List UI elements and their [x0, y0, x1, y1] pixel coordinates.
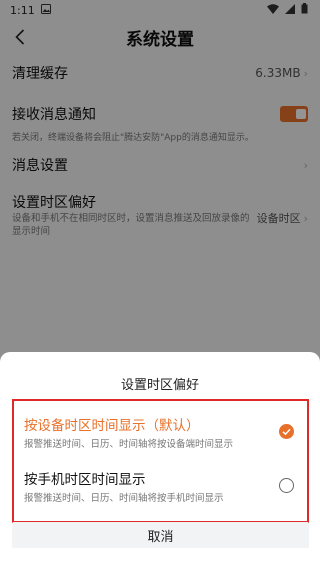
option-phone-timezone[interactable]: 按手机时区时间显示 报警推送时间、日历、时间轴将按手机时间显示 — [24, 468, 306, 516]
option-title: 按设备时区时间显示（默认） — [24, 418, 200, 434]
option-device-timezone[interactable]: 按设备时区时间显示（默认） 报警推送时间、日历、时间轴将按设备端时间显示 — [24, 414, 306, 462]
cancel-button[interactable]: 取消 — [12, 522, 309, 548]
option-subtitle: 报警推送时间、日历、时间轴将按设备端时间显示 — [24, 439, 234, 450]
radio-checked-icon[interactable] — [279, 424, 294, 439]
option-subtitle: 报警推送时间、日历、时间轴将按手机时间显示 — [24, 493, 224, 504]
radio-unchecked-icon[interactable] — [279, 478, 294, 493]
option-title: 按手机时区时间显示 — [24, 472, 146, 488]
timezone-preference-sheet: 设置时区偏好 按设备时区时间显示（默认） 报警推送时间、日历、时间轴将按设备端时… — [0, 352, 320, 568]
sheet-title: 设置时区偏好 — [120, 378, 199, 393]
